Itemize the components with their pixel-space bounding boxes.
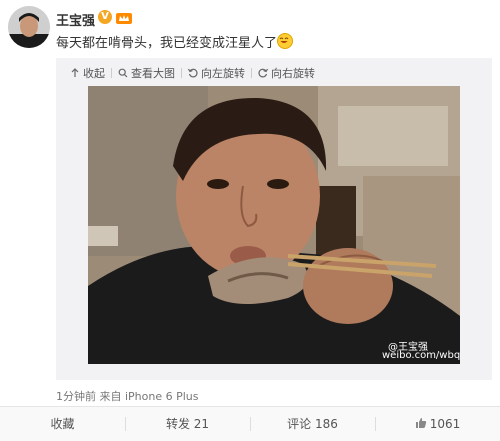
rotate-left-label: 向左旋转	[201, 67, 245, 80]
verified-badge-icon: V	[98, 10, 112, 24]
repost-button[interactable]: 转发 21	[125, 407, 250, 441]
like-button[interactable]: 1061	[375, 407, 500, 441]
action-bar: 收藏 转发 21 评论 186 1061	[0, 406, 500, 441]
view-large-button[interactable]: 查看大图	[118, 65, 175, 81]
image-toolbar: 收起 查看大图 向左旋转 向右旋转	[70, 64, 315, 82]
avatar[interactable]	[8, 6, 50, 48]
user-name[interactable]: 王宝强	[56, 10, 95, 29]
post-text-content: 每天都在啃骨头，我已经变成汪星人了	[56, 36, 278, 51]
favorite-label: 收藏	[50, 417, 75, 431]
rotate-right-label: 向右旋转	[271, 67, 315, 80]
rotate-right-icon	[258, 68, 268, 78]
like-count: 1061	[429, 417, 461, 431]
arrow-up-icon	[71, 68, 79, 77]
post-text: 每天都在啃骨头，我已经变成汪星人了	[56, 32, 294, 51]
toolbar-divider	[111, 68, 112, 78]
toolbar-divider	[251, 68, 252, 78]
thumbs-up-icon	[415, 418, 426, 428]
avatar-image	[8, 6, 50, 48]
collapse-label: 收起	[83, 67, 105, 80]
magnifier-icon	[118, 68, 128, 78]
watermark-url: weibo.com/wbq	[382, 350, 460, 361]
media-box: 收起 查看大图 向左旋转 向右旋转 @王宝强 weibo.com/wbq	[56, 58, 492, 380]
rotate-left-button[interactable]: 向左旋转	[188, 65, 245, 81]
rotate-left-icon	[188, 68, 198, 78]
repost-label: 转发 21	[165, 417, 210, 431]
favorite-button[interactable]: 收藏	[0, 407, 125, 441]
laughing-emoji-icon	[277, 33, 294, 49]
post-meta: 1分钟前 来自 iPhone 6 Plus	[56, 390, 199, 403]
comment-button[interactable]: 评论 186	[250, 407, 375, 441]
selfie-photo-image	[88, 86, 460, 364]
collapse-button[interactable]: 收起	[70, 65, 105, 81]
post-photo[interactable]: @王宝强 weibo.com/wbq	[88, 86, 460, 364]
comment-label: 评论 186	[287, 417, 338, 431]
crown-badge-icon	[116, 10, 132, 24]
view-large-label: 查看大图	[131, 67, 175, 80]
rotate-right-button[interactable]: 向右旋转	[258, 65, 315, 81]
toolbar-divider	[181, 68, 182, 78]
